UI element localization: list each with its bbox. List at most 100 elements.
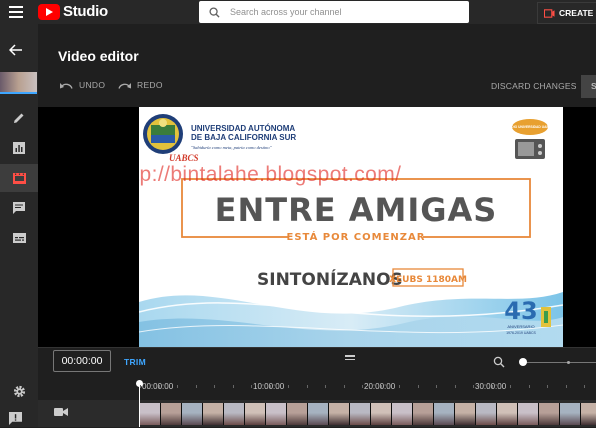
trim-button[interactable]: TRIM (124, 357, 146, 367)
filmstrip-frame (455, 403, 476, 425)
filmstrip-frame (329, 403, 350, 425)
logo-tag: UABCS (169, 153, 199, 163)
sidebar-item-comments[interactable] (0, 194, 38, 222)
page-title: Video editor (58, 48, 139, 64)
gear-icon (13, 385, 25, 397)
video-thumbnail[interactable] (0, 72, 37, 94)
radio-badge: RADIO UNIVERSIDAD UABCS (507, 125, 555, 129)
filmstrip-frame (308, 403, 329, 425)
feedback-icon[interactable] (9, 412, 22, 425)
timecode-input[interactable]: 00:00:00 (53, 350, 111, 372)
create-video-icon (544, 8, 555, 18)
ruler-tick (436, 385, 437, 388)
zoom-slider-mark (567, 361, 570, 364)
undo-button[interactable]: UNDO (60, 80, 105, 90)
save-button[interactable]: S (581, 75, 596, 98)
comment-icon (13, 202, 25, 214)
ruler-tick (177, 385, 178, 388)
station-text: XEUBS 1180AM (389, 275, 467, 285)
top-bar: Studio CREATE (0, 0, 596, 24)
ruler-tick (269, 385, 271, 388)
search-box[interactable] (199, 1, 469, 23)
video-camera-icon (54, 408, 68, 416)
anniversary-years: 1976-2019 UABCS (506, 331, 536, 335)
tune-in-text: SINTONÍZANOS (257, 268, 403, 290)
sidebar-item-editor[interactable] (0, 164, 38, 192)
filmstrip-frame (203, 403, 224, 425)
menu-icon[interactable] (9, 6, 23, 18)
ruler-tick (362, 385, 363, 388)
filmstrip-frame (497, 403, 518, 425)
ruler-tick (491, 385, 493, 388)
filmstrip-frame (560, 403, 581, 425)
back-arrow-icon[interactable] (9, 44, 23, 56)
filmstrip-frame (161, 403, 182, 425)
ruler-tick (399, 385, 400, 388)
filmstrip-frame (350, 403, 371, 425)
filmstrip-frame (371, 403, 392, 425)
ruler-tick (195, 385, 197, 388)
video-frame[interactable]: UABCS UNIVERSIDAD AUTÓNOMA DE BAJA CALIF… (139, 107, 563, 347)
subtitles-icon (12, 233, 26, 243)
ruler-tick (565, 385, 567, 388)
film-icon (12, 172, 26, 184)
filmstrip-frame (413, 403, 434, 425)
sidebar-item-subtitles[interactable] (0, 224, 38, 252)
pencil-icon (14, 113, 24, 123)
ruler-tick (140, 385, 141, 388)
ruler-tick (343, 385, 345, 388)
youtube-studio-logo[interactable]: Studio (38, 3, 108, 20)
sidebar-item-analytics[interactable] (0, 134, 38, 162)
panel-resize-handle-icon[interactable] (345, 355, 355, 362)
zoom-slider-thumb[interactable] (519, 358, 527, 366)
filmstrip-frame (266, 403, 287, 425)
redo-icon (118, 83, 131, 89)
ruler-tick (288, 385, 289, 388)
ruler-tick (325, 385, 326, 388)
discard-changes-button[interactable]: DISCARD CHANGES (491, 81, 577, 91)
ruler-tick (232, 385, 234, 388)
university-line2: DE BAJA CALIFORNIA SUR (191, 133, 296, 142)
create-button[interactable]: CREATE (537, 2, 596, 24)
ruler-tick (306, 385, 308, 388)
show-subtitle: ESTÁ POR COMENZAR (287, 230, 426, 243)
filmstrip-frame (245, 403, 266, 425)
university-seal (143, 114, 183, 154)
university-motto: "Sabiduría como meta, patria como destin… (191, 145, 272, 151)
filmstrip-frame (224, 403, 245, 425)
ruler-tick (214, 385, 215, 388)
filmstrip-frame (434, 403, 455, 425)
filmstrip-frame (140, 403, 161, 425)
playhead[interactable] (139, 383, 140, 427)
redo-button[interactable]: REDO (118, 80, 163, 90)
anniversary-label: ANIVERSARIO (507, 324, 534, 329)
zoom-icon (493, 356, 505, 368)
university-line1: UNIVERSIDAD AUTÓNOMA (191, 124, 295, 133)
show-title: ENTRE AMIGAS (215, 191, 498, 229)
search-input[interactable] (228, 6, 452, 18)
ruler-tick (584, 385, 585, 388)
youtube-play-icon (38, 3, 60, 20)
undo-label: UNDO (79, 80, 106, 90)
sidebar (0, 24, 38, 427)
ruler-tick (547, 385, 548, 388)
watermark-text: http://bintalahe.blogspot.com/ (139, 163, 401, 186)
ruler-tick (454, 385, 456, 388)
filmstrip-frame (476, 403, 497, 425)
sidebar-item-settings[interactable] (0, 377, 38, 405)
undo-icon (60, 83, 73, 89)
filmstrip-frame (287, 403, 308, 425)
filmstrip-frame (539, 403, 560, 425)
ruler-tick (251, 385, 252, 388)
ruler-tick (380, 385, 382, 388)
ruler-tick (158, 385, 160, 388)
filmstrip[interactable] (140, 403, 596, 425)
ruler-tick (417, 385, 419, 388)
zoom-slider-track[interactable] (523, 362, 596, 363)
filmstrip-frame (182, 403, 203, 425)
brand-text: Studio (63, 3, 108, 20)
ruler-tick (510, 385, 511, 388)
filmstrip-frame (581, 403, 596, 425)
sidebar-item-details[interactable] (0, 104, 38, 132)
filmstrip-frame (392, 403, 413, 425)
